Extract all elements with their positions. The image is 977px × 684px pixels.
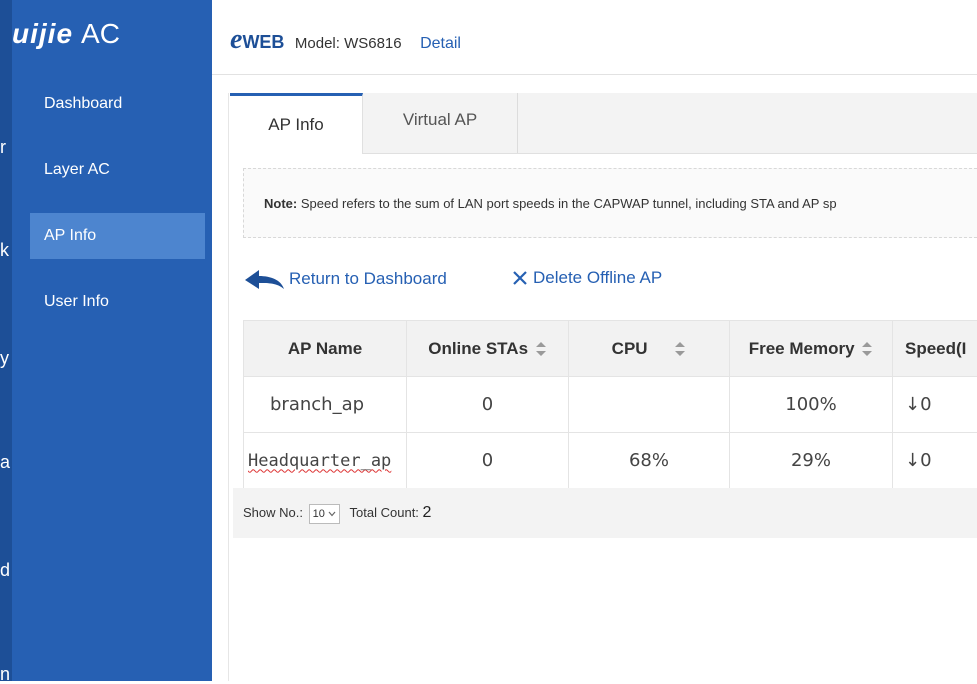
strip-fragment: r: [0, 137, 12, 157]
tab-label: Virtual AP: [403, 110, 477, 129]
note-text: Speed refers to the sum of LAN port spee…: [301, 196, 837, 211]
sidebar-item-user-info[interactable]: User Info: [30, 279, 205, 325]
chevron-down-icon: [328, 511, 336, 517]
sidebar: uijie AC Dashboard Layer AC AP Info User …: [12, 0, 212, 681]
cell-cpu: 68%: [569, 433, 730, 489]
table-footer: Show No.: 10 Total Count: 2: [233, 488, 977, 538]
cell-free-memory: 100%: [730, 377, 893, 433]
strip-fragment: d: [0, 560, 12, 580]
sidebar-item-layer-ac[interactable]: Layer AC: [30, 147, 205, 193]
return-to-dashboard-button[interactable]: Return to Dashboard: [243, 268, 447, 290]
delete-offline-ap-button[interactable]: Delete Offline AP: [511, 268, 662, 288]
sidebar-item-dashboard[interactable]: Dashboard: [30, 81, 205, 127]
back-arrow-icon: [243, 268, 285, 290]
sidebar-item-label: AP Info: [44, 227, 96, 244]
page-size-select[interactable]: 10: [309, 504, 340, 524]
detail-link[interactable]: Detail: [420, 35, 461, 52]
brand-logo: uijie AC: [12, 18, 120, 58]
model-label: Model: WS6816: [295, 35, 402, 52]
strip-fragment: k: [0, 240, 12, 260]
eweb-logo: eWEB Model: WS6816 Detail: [230, 24, 461, 56]
top-header: eWEB Model: WS6816 Detail: [212, 0, 977, 75]
sidebar-item-label: Layer AC: [44, 161, 110, 178]
cell-online-stas: 0: [407, 433, 569, 489]
brand-logo-text: uijie: [12, 18, 73, 49]
tab-label: AP Info: [268, 115, 323, 134]
strip-fragment: a: [0, 452, 12, 472]
sidebar-item-ap-info[interactable]: AP Info: [30, 213, 205, 259]
cell-ap-name[interactable]: branch_ap: [244, 377, 407, 433]
sort-icon[interactable]: [535, 341, 547, 357]
sort-icon[interactable]: [674, 341, 686, 357]
tab-bar: AP Info Virtual AP: [230, 93, 977, 154]
col-header-ap-name[interactable]: AP Name: [244, 321, 407, 377]
cell-speed: ↓0: [893, 377, 977, 433]
content-divider: [228, 93, 229, 681]
close-icon: [511, 269, 529, 287]
brand-suffix: AC: [81, 18, 120, 49]
tab-virtual-ap[interactable]: Virtual AP: [363, 93, 518, 153]
delete-label: Delete Offline AP: [533, 268, 662, 288]
tab-ap-info[interactable]: AP Info: [230, 93, 363, 154]
col-header-free-memory[interactable]: Free Memory: [730, 321, 893, 377]
note-label: Note:: [264, 196, 297, 211]
cell-speed: ↓0: [893, 433, 977, 489]
strip-fragment: y: [0, 348, 12, 368]
sidebar-item-label: User Info: [44, 293, 109, 310]
eweb-logo-e: e: [230, 24, 242, 55]
table-row: branch_ap 0 100% ↓0: [244, 377, 977, 433]
cell-cpu: [569, 377, 730, 433]
table-header-row: AP Name Online STAs CPU Free Memory Spee…: [244, 321, 977, 377]
cell-free-memory: 29%: [730, 433, 893, 489]
cell-online-stas: 0: [407, 377, 569, 433]
eweb-logo-text: WEB: [242, 32, 284, 52]
table-row: Headquarter_ap 0 68% 29% ↓0: [244, 433, 977, 489]
return-label: Return to Dashboard: [289, 269, 447, 289]
show-no-label: Show No.:: [243, 505, 303, 520]
total-count-label: Total Count:: [350, 505, 419, 520]
ap-name-text: Headquarter_ap: [248, 451, 391, 471]
sidebar-item-label: Dashboard: [44, 95, 122, 112]
strip-fragment: n: [0, 664, 12, 684]
speed-note: Note: Speed refers to the sum of LAN por…: [243, 168, 977, 238]
sort-icon[interactable]: [861, 341, 873, 357]
col-header-online-stas[interactable]: Online STAs: [407, 321, 569, 377]
col-header-speed[interactable]: Speed(I: [893, 321, 977, 377]
col-header-cpu[interactable]: CPU: [569, 321, 730, 377]
cell-ap-name[interactable]: Headquarter_ap: [244, 433, 407, 489]
ap-table: AP Name Online STAs CPU Free Memory Spee…: [243, 320, 977, 489]
total-count-value: 2: [423, 504, 432, 521]
collapsed-menu-strip: r k y a d n: [0, 0, 12, 681]
